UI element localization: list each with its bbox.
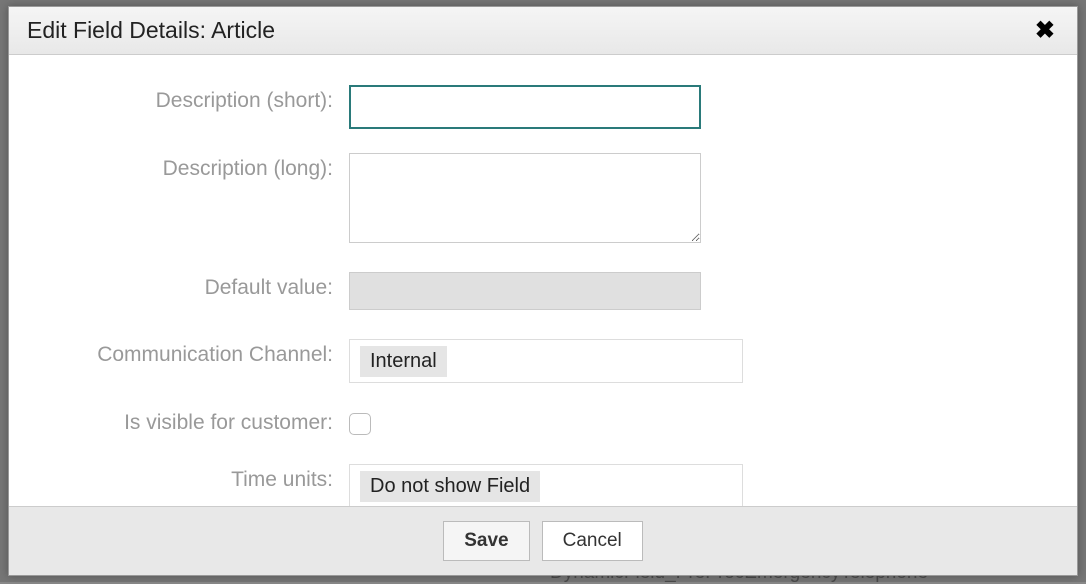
save-button[interactable]: Save: [443, 521, 529, 561]
label-description-short: Description (short):: [29, 85, 349, 113]
row-description-long: Description (long):: [29, 153, 1057, 248]
modal-header: Edit Field Details: Article ✖: [9, 7, 1077, 55]
modal-title: Edit Field Details: Article: [27, 17, 275, 44]
row-default-value: Default value:: [29, 272, 1057, 315]
modal-body: Description (short): Description (long):…: [9, 55, 1077, 506]
communication-channel-value: Internal: [360, 346, 447, 377]
time-units-select[interactable]: Do not show Field: [349, 464, 743, 506]
communication-channel-select[interactable]: Internal: [349, 339, 743, 383]
description-short-input[interactable]: [349, 85, 701, 129]
cancel-button[interactable]: Cancel: [542, 521, 643, 561]
label-time-units: Time units:: [29, 464, 349, 492]
label-visible-customer: Is visible for customer:: [29, 407, 349, 435]
row-description-short: Description (short):: [29, 85, 1057, 129]
time-units-value: Do not show Field: [360, 471, 540, 502]
modal-footer: Save Cancel: [9, 506, 1077, 575]
modal-dialog: Edit Field Details: Article ✖ Descriptio…: [8, 6, 1078, 576]
default-value-input: [349, 272, 701, 310]
description-long-input[interactable]: [349, 153, 701, 243]
visible-customer-checkbox[interactable]: [349, 413, 371, 435]
label-communication-channel: Communication Channel:: [29, 339, 349, 367]
label-description-long: Description (long):: [29, 153, 349, 181]
close-icon[interactable]: ✖: [1031, 19, 1059, 43]
label-default-value: Default value:: [29, 272, 349, 300]
row-communication-channel: Communication Channel: Internal: [29, 339, 1057, 383]
row-visible-customer: Is visible for customer:: [29, 407, 1057, 440]
row-time-units: Time units: Do not show Field: [29, 464, 1057, 506]
